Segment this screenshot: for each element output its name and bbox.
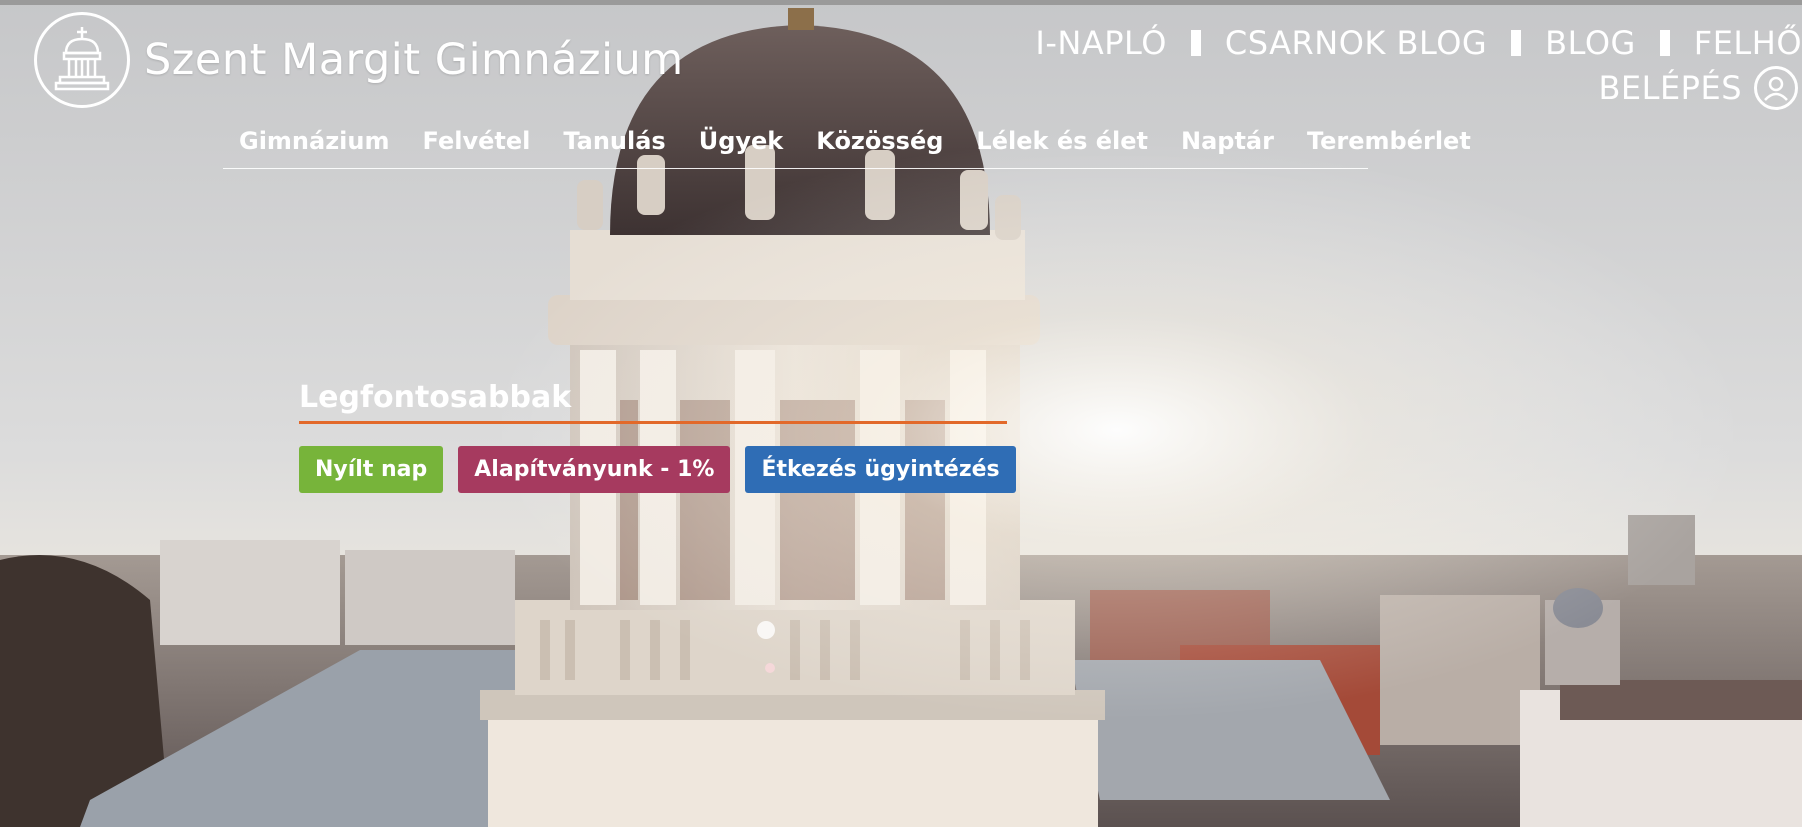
login-label: BELÉPÉS <box>1598 69 1742 107</box>
nav-item-terembérlet[interactable]: Terembérlet <box>1307 127 1471 155</box>
main-navigation: Gimnázium Felvétel Tanulás Ügyek Közössé… <box>223 114 1471 169</box>
highlights-section: Legfontosabbak Nyílt nap Alapítványunk -… <box>299 380 1016 493</box>
nav-item-kozosseg[interactable]: Közösség <box>816 127 943 155</box>
separator <box>1659 30 1670 56</box>
top-link-felho[interactable]: FELHŐ <box>1694 24 1802 62</box>
nav-item-lelek-es-elet[interactable]: Lélek és élet <box>976 127 1148 155</box>
nav-item-ugyek[interactable]: Ügyek <box>699 127 784 155</box>
site-title: Szent Margit Gimnázium <box>144 35 684 85</box>
separator <box>1511 30 1522 56</box>
nav-item-gimnazium[interactable]: Gimnázium <box>239 127 390 155</box>
nav-item-tanulas[interactable]: Tanulás <box>563 127 665 155</box>
foundation-button[interactable]: Alapítványunk - 1% <box>458 446 731 493</box>
user-icon <box>1754 66 1798 110</box>
top-utility-links: I-NAPLÓ CSARNOK BLOG BLOG FELHŐ <box>1035 20 1802 66</box>
top-link-i-naplo[interactable]: I-NAPLÓ <box>1035 24 1166 62</box>
top-link-blog[interactable]: BLOG <box>1545 24 1636 62</box>
church-dome-icon <box>34 12 130 108</box>
login-button[interactable]: BELÉPÉS <box>1598 66 1802 110</box>
highlights-heading: Legfontosabbak <box>299 380 1007 424</box>
top-link-csarnok-blog[interactable]: CSARNOK BLOG <box>1225 24 1487 62</box>
separator <box>1190 30 1201 56</box>
open-day-button[interactable]: Nyílt nap <box>299 446 444 493</box>
meal-admin-button[interactable]: Étkezés ügyintézés <box>745 446 1016 493</box>
nav-item-felvetel[interactable]: Felvétel <box>423 127 531 155</box>
highlights-buttons: Nyílt nap Alapítványunk - 1% Étkezés ügy… <box>299 446 1016 493</box>
site-logo-link[interactable]: Szent Margit Gimnázium <box>34 12 684 108</box>
nav-item-naptar[interactable]: Naptár <box>1181 127 1274 155</box>
